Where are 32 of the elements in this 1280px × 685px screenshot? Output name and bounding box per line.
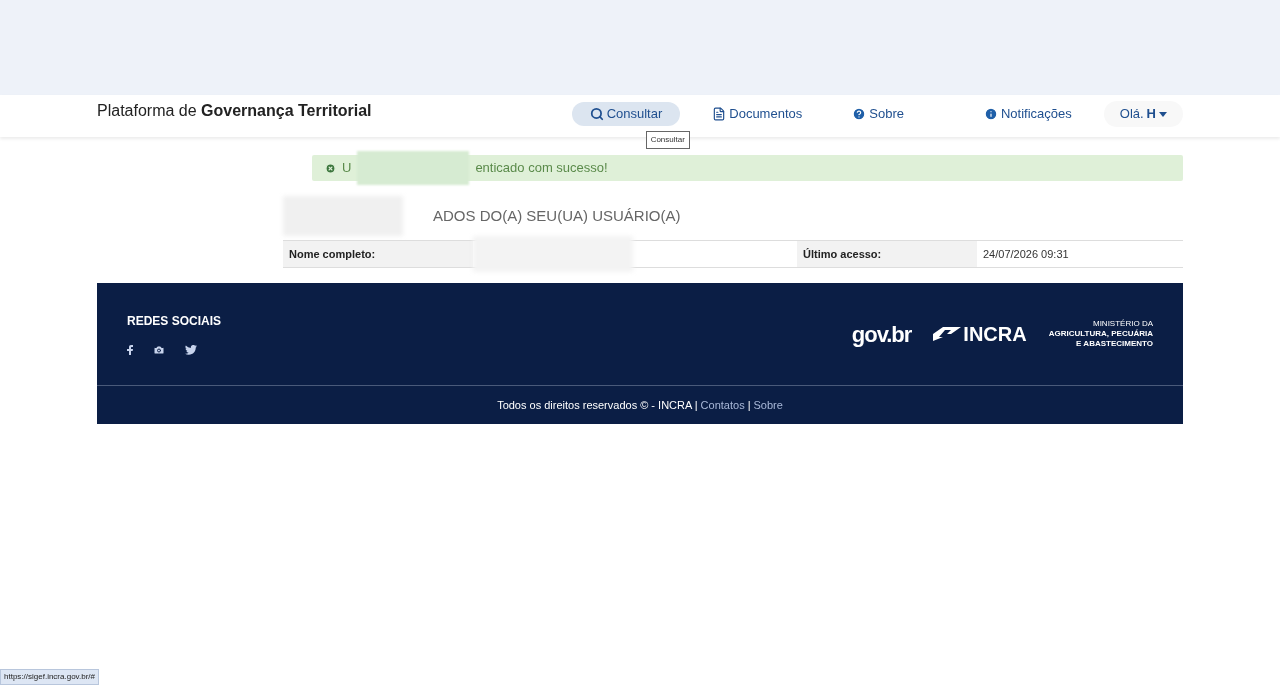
section-title: ADOS DO(A) SEU(UA) USUÁRIO(A): [433, 205, 681, 226]
status-bar-url: https://sigef.incra.gov.br/#: [0, 669, 99, 685]
copyright-text: Todos os direitos reservados © - INCRA |: [497, 397, 698, 413]
incra-logo: INCRA: [933, 319, 1027, 349]
document-icon: [712, 107, 727, 121]
camera-icon[interactable]: [153, 344, 165, 356]
info-icon: [983, 107, 998, 121]
ministry-logo: MINISTÉRIO DA AGRICULTURA, PECUÁRIA E ABASTECIMENTO: [1048, 319, 1153, 349]
caret-icon: [1159, 111, 1167, 117]
nav-link[interactable]: Sobre: [834, 102, 922, 126]
alert-text: U: [342, 159, 352, 178]
table-value: 24/07/2026 09:31: [983, 246, 1069, 262]
tooltip: Consultar: [645, 131, 690, 149]
site-title: Plataforma de Governança Territorial: [97, 101, 372, 121]
user-menu-button[interactable]: Olá. H: [1103, 101, 1183, 127]
table-label: Nome completo:: [283, 241, 473, 267]
footer-link[interactable]: Sobre: [753, 396, 783, 414]
nav-link[interactable]: Documentos: [694, 102, 821, 126]
social-title: REDES SOCIAIS: [127, 313, 222, 330]
footer-link[interactable]: Contatos: [700, 396, 745, 414]
help-icon: [852, 107, 867, 121]
separator-text: |: [747, 397, 751, 413]
govbr-logo: gov.br: [851, 320, 912, 349]
nav-link[interactable]: Notificações: [965, 102, 1090, 126]
incra-emblem-icon: [933, 327, 962, 341]
search-icon: [589, 107, 604, 121]
close-circle-icon: [325, 162, 336, 174]
alert-text: enticado com sucesso!: [475, 159, 608, 178]
twitter-icon[interactable]: [185, 345, 197, 355]
table-label: Último acesso:: [797, 241, 977, 267]
nav-link[interactable]: Consultar: [571, 102, 681, 126]
facebook-icon[interactable]: [127, 345, 133, 355]
